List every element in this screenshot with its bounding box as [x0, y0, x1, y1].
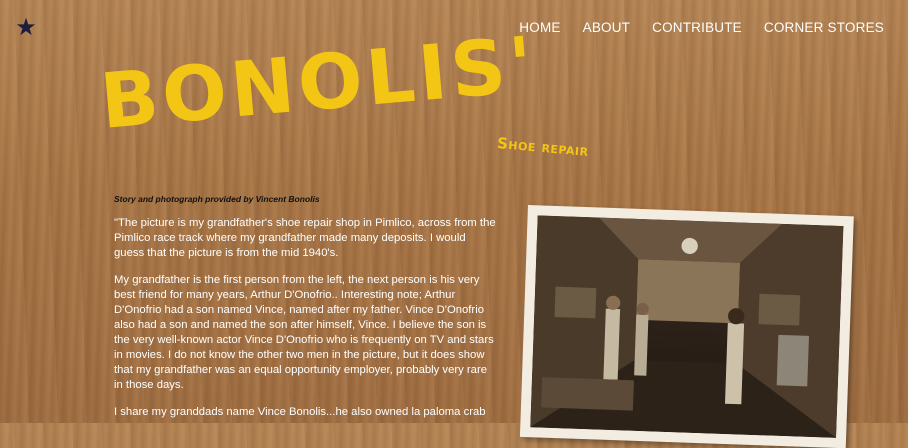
- story-paragraph-2: My grandfather is the first person from …: [114, 274, 494, 391]
- page-subtitle: Shoe repair: [496, 134, 590, 160]
- nav-contribute[interactable]: CONTRIBUTE: [652, 20, 742, 35]
- story-credit: Story and photograph provided by Vincent…: [114, 194, 320, 204]
- star-icon[interactable]: ★: [14, 16, 38, 40]
- page-title: BONOLIS': [96, 19, 541, 146]
- nav-corner-stores[interactable]: CORNER STORES: [764, 20, 884, 35]
- main-nav: HOME ABOUT CONTRIBUTE CORNER STORES: [519, 20, 884, 35]
- story-content: Story and photograph provided by Vincent…: [114, 194, 498, 432]
- shop-photo-image: [530, 215, 844, 438]
- shop-photo: [519, 205, 854, 448]
- nav-about[interactable]: ABOUT: [583, 20, 631, 35]
- story-paragraph-3: I share my granddads name Vince Bonolis.…: [114, 406, 486, 418]
- story-paragraph-1: "The picture is my grandfather's shoe re…: [114, 217, 496, 259]
